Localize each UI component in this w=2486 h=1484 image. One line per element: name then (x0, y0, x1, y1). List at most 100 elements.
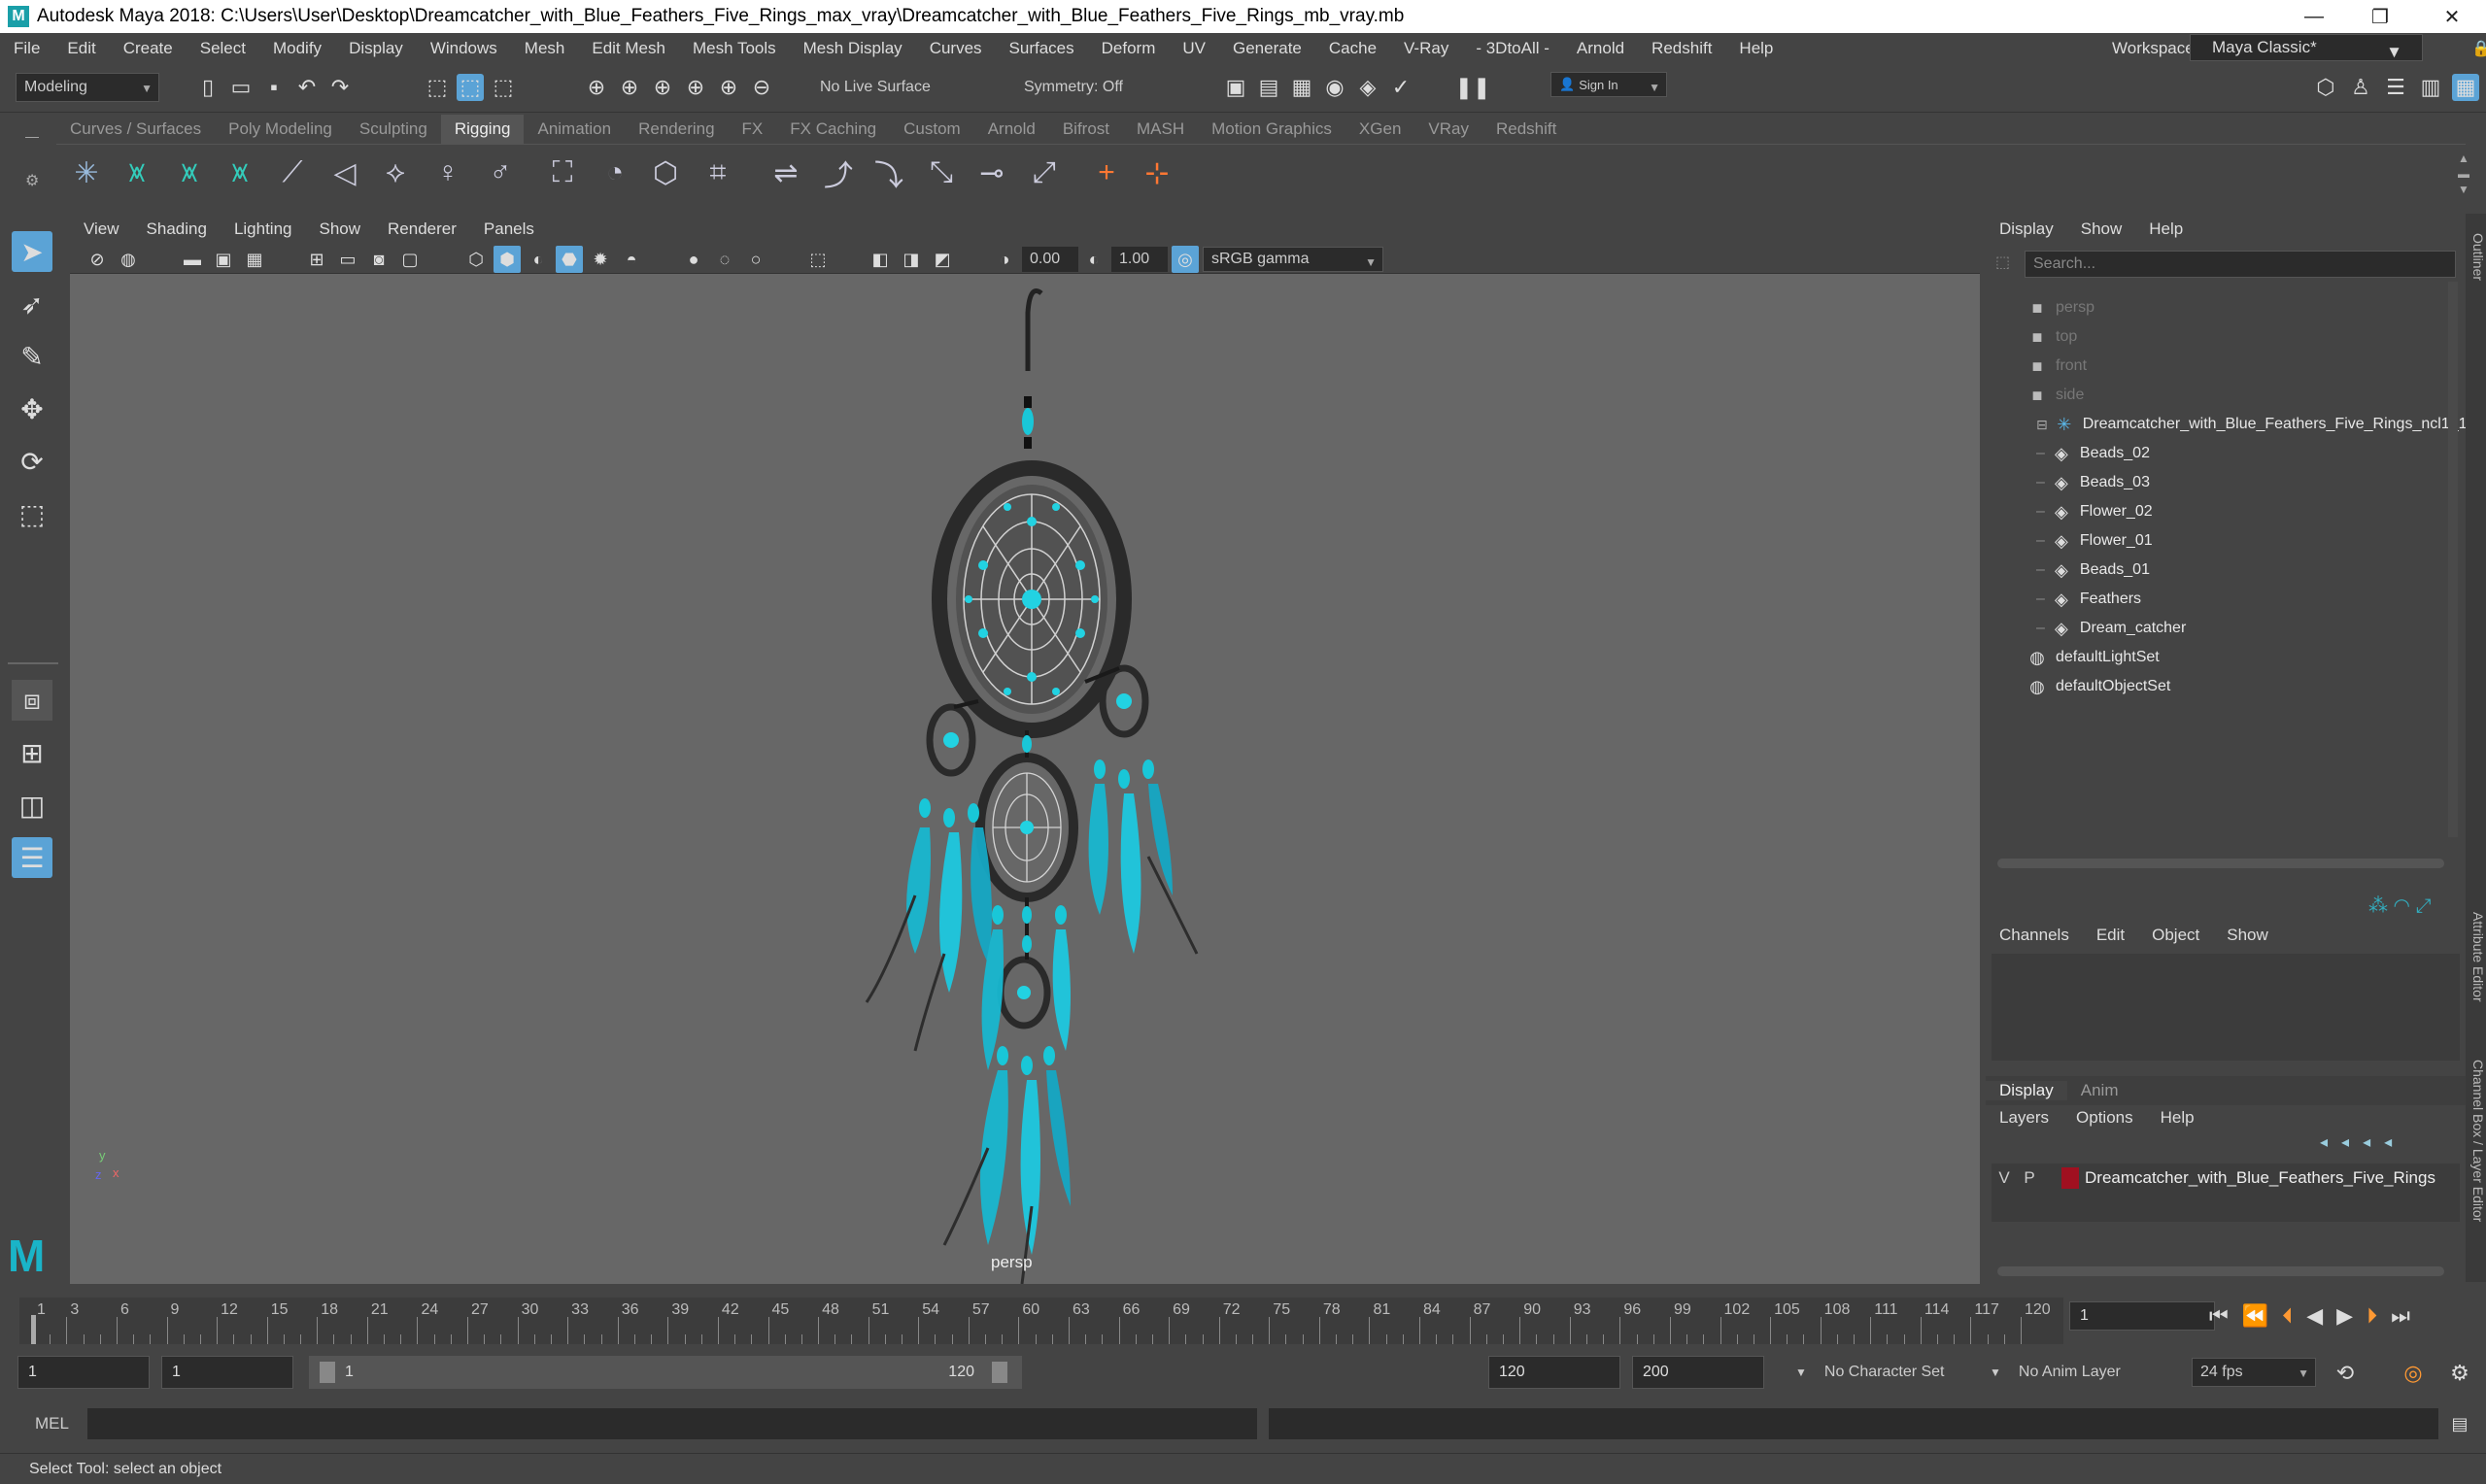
outliner-item[interactable]: ■ side (2025, 381, 2085, 410)
menu-redshift[interactable]: Redshift (1638, 39, 1725, 58)
four-pane-layout-icon[interactable]: ⊞ (12, 732, 52, 773)
motion-blur-icon[interactable]: ◌ (711, 246, 738, 273)
outliner-item[interactable]: – ◈ Dream_catcher (2036, 614, 2186, 643)
shelf-scroll-arrows-icon[interactable]: ▲ ▬ ▼ (2458, 151, 2469, 197)
color-management-icon[interactable]: ◎ (1172, 246, 1199, 273)
viewport-menu-show[interactable]: Show (306, 219, 375, 239)
orient-constraint-icon[interactable]: ⤵ (868, 152, 909, 193)
shelf-menu-icon[interactable]: — (25, 128, 39, 144)
step-back-frame-icon[interactable]: ⏴ (2282, 1303, 2306, 1328)
range-end-handle[interactable] (992, 1362, 1007, 1383)
tab-anim-layers[interactable]: Anim (2067, 1081, 2132, 1100)
tab-mash[interactable]: MASH (1123, 115, 1198, 144)
xray-active-icon[interactable]: ◩ (929, 246, 956, 273)
channel-box-side-tab[interactable]: Channel Box / Layer Editor (2466, 1049, 2486, 1233)
shelf-settings-icon[interactable]: ⚙ (25, 171, 39, 190)
joint-tool-icon[interactable]: ✳ (66, 152, 107, 193)
snap-surface-icon[interactable]: ⊖ (748, 74, 775, 101)
exposure-icon[interactable]: ◑ (991, 246, 1018, 273)
cluster-icon[interactable]: ⌗ (698, 152, 738, 193)
menu-deform[interactable]: Deform (1088, 39, 1170, 58)
outliner-item[interactable]: ◍ defaultObjectSet (2025, 672, 2170, 701)
layer-color-swatch[interactable] (2061, 1167, 2079, 1189)
viewport-menu-shading[interactable]: Shading (133, 219, 221, 239)
viewport-menu-lighting[interactable]: Lighting (221, 219, 306, 239)
tab-xgen[interactable]: XGen (1345, 115, 1414, 144)
menu-display[interactable]: Display (335, 39, 417, 58)
play-backwards-icon[interactable]: ◀ (2306, 1303, 2336, 1328)
wireframe-on-shaded-icon[interactable]: ⬣ (556, 246, 583, 273)
minimize-button[interactable]: — (2285, 0, 2343, 33)
menu-cache[interactable]: Cache (1315, 39, 1390, 58)
view-transform-dropdown[interactable]: sRGB gamma ▼ (1203, 247, 1383, 272)
shadows-icon[interactable]: ◓ (618, 246, 645, 273)
menu-file[interactable]: File (0, 39, 53, 58)
select-tool-icon[interactable]: ➤ (12, 231, 52, 272)
tab-vray[interactable]: VRay (1414, 115, 1482, 144)
render-frame-icon[interactable]: ▤ (1255, 74, 1282, 101)
snap-grid-icon[interactable]: ⊕ (583, 74, 610, 101)
menu-mesh-display[interactable]: Mesh Display (790, 39, 916, 58)
time-slider[interactable]: 1 3 6 9 12 15 18 21 24 27 30 33 36 39 42 45 48 51 54 57 60 63… (0, 1290, 2486, 1348)
xray-icon[interactable]: ◧ (867, 246, 894, 273)
move-tool-icon[interactable]: ✥ (12, 388, 52, 429)
workspace-dropdown[interactable]: Maya Classic* ▼ (2190, 34, 2423, 61)
filter-icon[interactable]: ⬚ (1995, 253, 2010, 272)
outliner-item[interactable]: ⊟ ✳ Dreamcatcher_with_Blue_Feathers_Five_R… (2036, 410, 2468, 439)
menu-create[interactable]: Create (110, 39, 187, 58)
snap-view-plane-icon[interactable]: ⊕ (682, 74, 709, 101)
menu-modify[interactable]: Modify (259, 39, 335, 58)
redo-icon[interactable]: ↷ (326, 74, 354, 101)
character-set-dropdown[interactable]: ▼ No Character Set (1788, 1358, 1982, 1387)
select-object-icon[interactable]: ⬚ (457, 74, 484, 101)
tab-redshift[interactable]: Redshift (1482, 115, 1570, 144)
quick-rig-icon[interactable]: ⩙ (220, 152, 260, 193)
outliner-horizontal-scrollbar[interactable] (1997, 859, 2444, 868)
outliner-menu-help[interactable]: Help (2135, 219, 2197, 239)
script-editor-icon[interactable]: ▤ (2446, 1410, 2473, 1437)
current-time-indicator[interactable] (31, 1315, 36, 1344)
tab-rendering[interactable]: Rendering (625, 115, 728, 144)
save-scene-icon[interactable]: ▪ (260, 74, 288, 101)
tab-motion-graphics[interactable]: Motion Graphics (1198, 115, 1345, 144)
modeling-toolkit-icon[interactable]: ⬡ (2312, 74, 2339, 101)
tab-fx-caching[interactable]: FX Caching (776, 115, 890, 144)
humanik-icon[interactable]: ♀ (427, 152, 468, 193)
film-gate-icon[interactable]: ⊞ (303, 246, 330, 273)
viewport-menu-view[interactable]: View (70, 219, 133, 239)
snap-curve-icon[interactable]: ⊕ (616, 74, 643, 101)
outliner-item[interactable]: – ◈ Beads_03 (2036, 468, 2150, 497)
menu-help[interactable]: Help (1725, 39, 1787, 58)
paint-select-tool-icon[interactable]: ✎ (12, 336, 52, 377)
outliner-item[interactable]: ◍ defaultLightSet (2025, 643, 2160, 672)
smooth-shade-icon[interactable]: ⬢ (494, 246, 521, 273)
step-back-key-icon[interactable]: ⏪ (2242, 1303, 2282, 1328)
camera-select-icon[interactable]: ⊘ (84, 246, 111, 273)
two-pane-layout-icon[interactable]: ◫ (12, 785, 52, 826)
single-pane-layout-icon[interactable]: ⧈ (12, 680, 52, 721)
symmetry-dropdown[interactable]: Symmetry: Off (1016, 73, 1172, 102)
range-start-handle[interactable] (320, 1362, 335, 1383)
gate-mask-icon[interactable]: ◙ (365, 246, 392, 273)
outliner-vertical-scrollbar[interactable] (2448, 282, 2458, 837)
bind-skin-icon[interactable]: ⛶ (542, 152, 583, 193)
outliner-item[interactable]: ■ top (2025, 322, 2078, 352)
scene-end-field[interactable]: 200 (1632, 1356, 1764, 1389)
loop-icon[interactable]: ⟲ (2332, 1360, 2359, 1387)
step-forward-frame-icon[interactable]: ⏵ (2367, 1303, 2391, 1328)
tab-fx[interactable]: FX (729, 115, 777, 144)
attribute-editor-side-tab[interactable]: Attribute Editor (2466, 903, 2486, 1010)
open-scene-icon[interactable]: ▭ (227, 74, 255, 101)
layer-options-menu[interactable]: Options (2062, 1108, 2147, 1128)
playback-end-field[interactable]: 120 (1488, 1356, 1620, 1389)
locator-alt-icon[interactable]: ⊹ (1137, 152, 1177, 193)
undo-icon[interactable]: ↶ (293, 74, 321, 101)
hypershade-icon[interactable]: ◈ (1354, 74, 1381, 101)
menu-uv[interactable]: UV (1169, 39, 1219, 58)
close-button[interactable]: ✕ (2423, 0, 2481, 33)
scale-constraint-icon[interactable]: ⤡ (921, 152, 962, 193)
outliner-item[interactable]: – ◈ Beads_01 (2036, 556, 2150, 585)
layer-horizontal-scrollbar[interactable] (1997, 1266, 2444, 1276)
channels-menu[interactable]: Channels (1986, 926, 2083, 945)
lock-icon[interactable]: 🔒 (2458, 39, 2486, 58)
